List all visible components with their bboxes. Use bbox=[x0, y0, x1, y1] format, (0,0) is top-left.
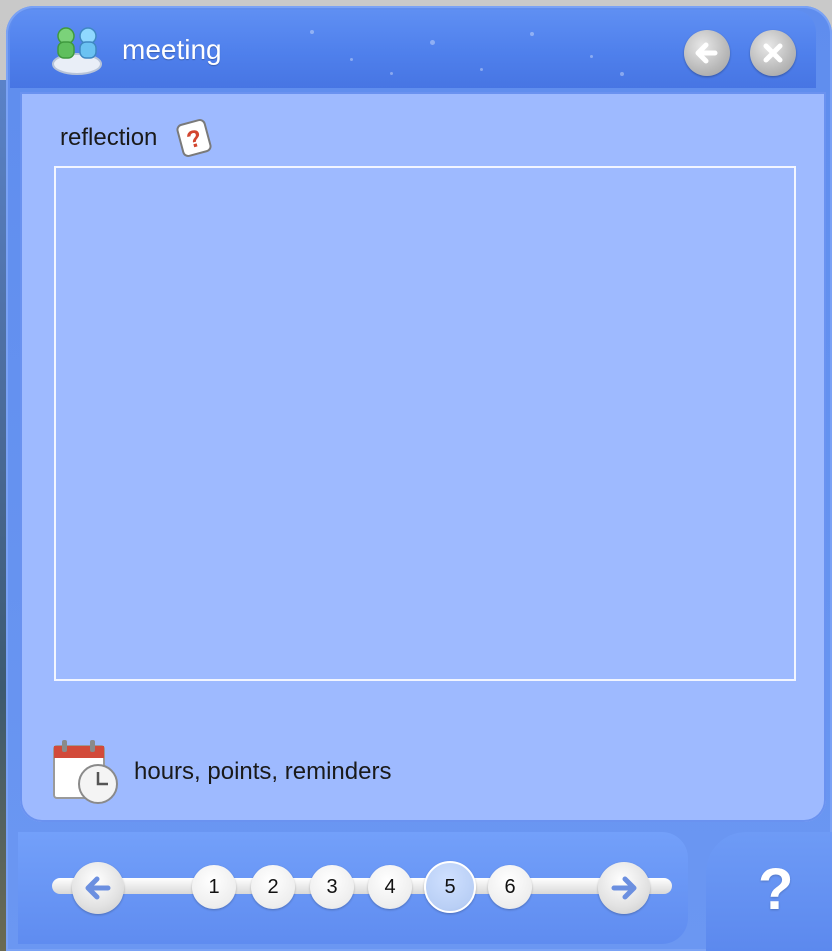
window-title: meeting bbox=[122, 34, 222, 65]
page-5-button[interactable]: 5 bbox=[424, 861, 476, 913]
meeting-people-icon bbox=[48, 24, 106, 76]
question-badge-icon[interactable]: ? bbox=[172, 116, 216, 160]
page-2-button[interactable]: 2 bbox=[251, 865, 295, 909]
next-page-button[interactable] bbox=[598, 862, 650, 914]
arrow-left-icon bbox=[85, 876, 111, 900]
page-1-button[interactable]: 1 bbox=[192, 865, 236, 909]
back-arrow-icon bbox=[695, 42, 718, 64]
calendar-clock-icon[interactable] bbox=[52, 740, 120, 806]
page-6-button[interactable]: 6 bbox=[488, 865, 532, 909]
pager-track bbox=[52, 878, 672, 894]
reflection-label: reflection bbox=[60, 124, 158, 151]
page-4-button[interactable]: 4 bbox=[368, 865, 412, 909]
help-button[interactable]: ? bbox=[758, 856, 793, 923]
page-3-button[interactable]: 3 bbox=[310, 865, 354, 909]
hours-points-reminders-link[interactable]: hours, points, reminders bbox=[134, 758, 391, 786]
reflection-textarea[interactable] bbox=[54, 166, 796, 681]
close-button[interactable] bbox=[750, 30, 796, 76]
previous-page-button[interactable] bbox=[72, 862, 124, 914]
arrow-right-icon bbox=[611, 876, 637, 900]
close-icon bbox=[763, 43, 783, 63]
back-button[interactable] bbox=[684, 30, 730, 76]
